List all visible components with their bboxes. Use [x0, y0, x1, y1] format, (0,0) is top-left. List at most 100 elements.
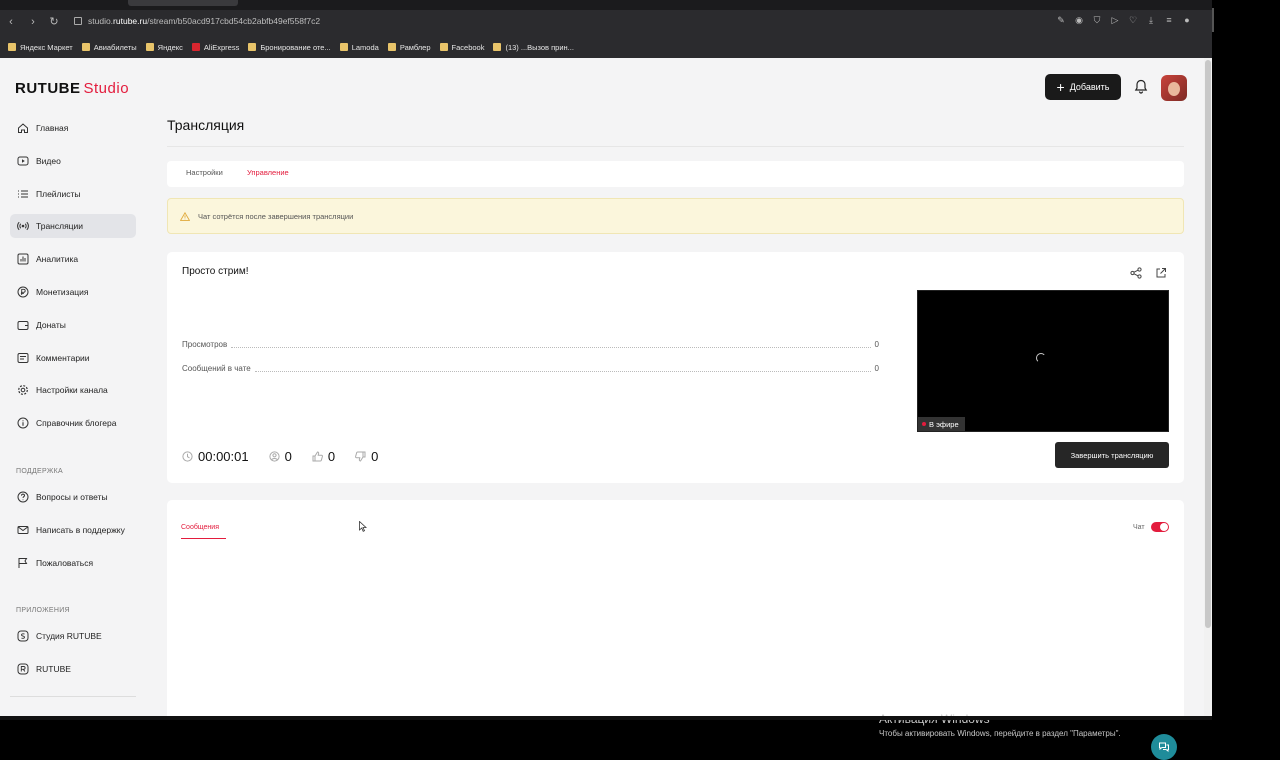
shield-icon[interactable]: ⛉: [1092, 15, 1102, 25]
on-air-label: В эфире: [929, 419, 959, 429]
avatar[interactable]: [1161, 75, 1187, 101]
scrollbar-thumb[interactable]: [1205, 60, 1211, 628]
bookmark-item[interactable]: Бронирование оте...: [248, 42, 331, 52]
bookmark-item[interactable]: Яндекс: [145, 42, 183, 52]
stream-name: Просто стрим!: [182, 266, 249, 277]
stat-messages-label: Сообщений в чате: [182, 364, 251, 373]
likes-value: 0: [327, 449, 336, 464]
tab-underline: [181, 538, 226, 539]
stream-card: Просто стрим! Просмотров 0 Сообщений в ча…: [167, 252, 1184, 483]
bookmark-label: Бронирование оте...: [260, 42, 331, 52]
sidebar-item[interactable]: Трансляции: [10, 214, 136, 239]
tab-management[interactable]: Управление: [247, 168, 289, 177]
sidebar-item[interactable]: Комментарии: [10, 346, 136, 370]
stat-views-label: Просмотров: [182, 340, 228, 349]
bookmark-item[interactable]: AliExpress: [191, 43, 239, 52]
tab-settings[interactable]: Настройки: [186, 168, 223, 177]
lock-icon: [74, 17, 82, 25]
bookmark-label: Lamoda: [351, 42, 379, 52]
bookmark-folder-icon: [81, 43, 90, 51]
sidebar-item[interactable]: Плейлисты: [10, 182, 136, 206]
camera-icon[interactable]: ◉: [1074, 15, 1084, 25]
bookmark-item[interactable]: Авиабилеты: [81, 43, 137, 52]
share-icon[interactable]: [1130, 267, 1142, 279]
sidebar-item[interactable]: Справочник блогера: [10, 411, 136, 435]
sidebar-item[interactable]: Монетизация: [10, 280, 136, 304]
gear-icon: [18, 385, 28, 396]
bookmark-label: Яндекс Маркет: [20, 42, 73, 52]
download-icon[interactable]: ⤓: [1146, 15, 1156, 25]
tab-messages[interactable]: Сообщения: [181, 524, 219, 531]
page-title: Трансляция: [167, 117, 245, 133]
sidebar-item[interactable]: Настройки канала: [10, 378, 136, 402]
sidebar-item[interactable]: Главная: [10, 116, 136, 140]
play-icon[interactable]: ▷: [1110, 15, 1120, 25]
external-link-icon[interactable]: [1155, 267, 1167, 279]
bookmark-label: Facebook: [451, 42, 485, 52]
sidebar-item-label: Написать в поддержку: [36, 525, 125, 535]
sidebar-heading-support: ПОДДЕРЖКА: [16, 468, 63, 475]
back-icon[interactable]: ‹: [4, 15, 18, 29]
bookmark-item[interactable]: Яндекс Маркет: [8, 43, 73, 52]
sidebar-item-label: Студия RUTUBE: [36, 631, 102, 641]
rutube-app-icon: [17, 663, 29, 675]
sidebar-item[interactable]: Видео: [10, 149, 136, 173]
sidebar-item[interactable]: Пожаловаться: [10, 551, 136, 575]
sidebar-item[interactable]: Донаты: [10, 313, 136, 337]
bookmark-item[interactable]: Рамблер: [387, 42, 431, 52]
end-broadcast-button[interactable]: Завершить трансляцию: [1055, 442, 1169, 468]
menu-icon[interactable]: ≡: [1164, 15, 1174, 25]
bookmark-folder-icon: [339, 43, 348, 51]
edit-icon[interactable]: ✎: [1056, 15, 1066, 25]
dislikes-value: 0: [371, 449, 379, 464]
support-chat-button[interactable]: [1151, 734, 1177, 760]
reload-icon[interactable]: ↻: [47, 15, 61, 29]
activation-subtitle: Чтобы активировать Windows, перейдите в …: [879, 729, 1121, 738]
forward-icon[interactable]: ›: [26, 15, 40, 29]
heart-icon[interactable]: ♡: [1128, 15, 1138, 25]
loading-spinner-icon: [1036, 353, 1046, 363]
video-player[interactable]: В эфире: [917, 290, 1169, 432]
clock-icon: [182, 451, 193, 462]
add-button-label: Добавить: [1069, 82, 1110, 92]
viewers-count: 0: [269, 449, 292, 464]
warning-banner: Чат сотрётся после завершения трансляции: [167, 198, 1184, 234]
bookmark-folder-icon: [387, 43, 396, 51]
divider: [167, 146, 1184, 147]
bell-icon[interactable]: [1134, 79, 1148, 95]
video-icon: [17, 156, 29, 166]
add-button[interactable]: + Добавить: [1045, 74, 1121, 100]
sidebar-item[interactable]: Написать в поддержку: [10, 518, 136, 542]
url-field[interactable]: studio.rutube.ru/stream/b50acd917cbd54cb…: [74, 13, 320, 29]
stat-messages: Сообщений в чате 0: [182, 364, 879, 373]
profile-icon[interactable]: ●: [1182, 15, 1192, 25]
bookmark-folder-icon: [8, 43, 16, 51]
sidebar-item[interactable]: Вопросы и ответы: [10, 485, 136, 509]
browser-tab-active[interactable]: [128, 0, 238, 6]
viewer-icon: [269, 451, 280, 462]
question-icon: [17, 491, 29, 503]
home-icon: [18, 123, 28, 133]
bookmark-folder-icon: [493, 43, 502, 51]
plus-icon: +: [1056, 79, 1065, 95]
bookmark-item[interactable]: (13) ...Вызов прин...: [493, 43, 574, 52]
bookmark-label: Рамблер: [399, 42, 431, 52]
bookmark-item[interactable]: Facebook: [439, 42, 485, 52]
analytics-icon: [17, 253, 29, 265]
mouse-cursor-icon: [359, 521, 367, 532]
mail-icon: [17, 526, 29, 534]
sidebar-item[interactable]: Аналитика: [10, 247, 136, 271]
desktop-edge: [1212, 0, 1280, 720]
bookmark-item[interactable]: Lamoda: [339, 42, 379, 52]
sidebar-item[interactable]: Студия RUTUBE: [10, 624, 136, 648]
sidebar-item-label: Комментарии: [36, 352, 90, 363]
live-dot-icon: [922, 422, 926, 426]
url-host: rutube.ru: [113, 16, 148, 26]
page-scrollbar[interactable]: [1204, 58, 1212, 716]
stat-messages-value: 0: [874, 364, 879, 373]
chat-toggle[interactable]: [1151, 522, 1169, 532]
sidebar-item[interactable]: RUTUBE: [10, 657, 136, 681]
chat-bubble-icon: [1159, 742, 1169, 752]
sidebar-item-label: Трансляции: [36, 221, 84, 232]
bookmark-label: Яндекс: [157, 42, 183, 52]
